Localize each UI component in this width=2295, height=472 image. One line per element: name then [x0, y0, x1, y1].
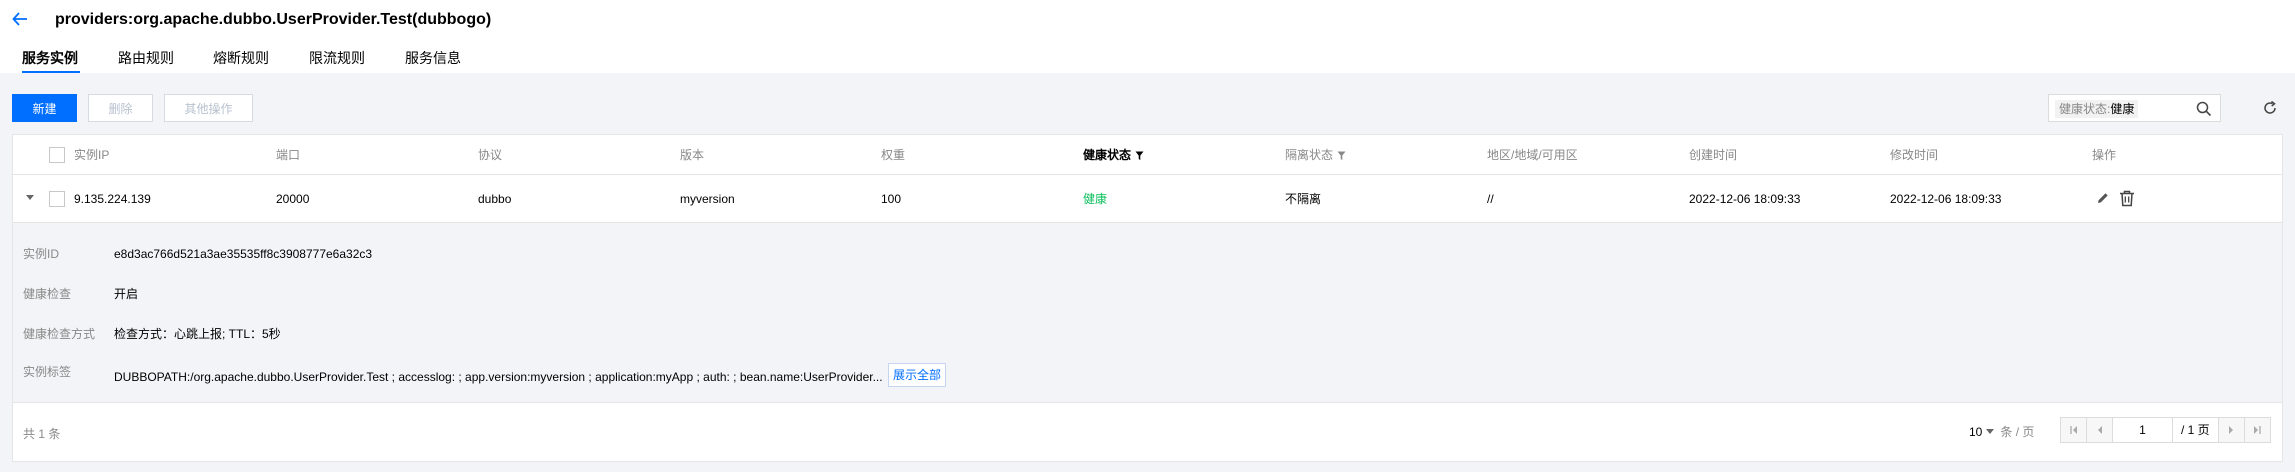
- column-header-isolate: 隔离状态: [1285, 147, 1346, 165]
- detail-value-health-method: 检查方式：心跳上报; TTL：5秒: [114, 327, 281, 341]
- select-all-checkbox[interactable]: [49, 147, 65, 163]
- first-page-icon[interactable]: [2061, 418, 2087, 442]
- cell-port: 20000: [276, 192, 310, 206]
- column-header-health-label: 健康状态: [1083, 148, 1132, 162]
- detail-label-instance-id: 实例ID: [23, 247, 60, 261]
- cell-isolate-status: 不隔离: [1285, 192, 1322, 206]
- cell-weight: 100: [881, 192, 902, 206]
- cell-protocol: dubbo: [478, 192, 512, 206]
- table-header: 实例IP 端口 协议 版本 权重 健康状态 隔离状态 地区/地域/可用区 创建时…: [13, 135, 2282, 175]
- instance-table: 实例IP 端口 协议 版本 权重 健康状态 隔离状态 地区/地域/可用区 创建时…: [12, 134, 2283, 462]
- search-tag-value: 健康: [2110, 102, 2135, 116]
- cell-modified-time: 2022-12-06 18:09:33: [1890, 192, 2002, 206]
- table-row: 9.135.224.139 20000 dubbo myversion 100 …: [13, 175, 2282, 223]
- tab-service-info[interactable]: 服务信息: [405, 49, 461, 73]
- chevron-down-icon: [1986, 429, 1995, 434]
- column-header-version: 版本: [680, 148, 705, 162]
- edit-icon[interactable]: [2096, 191, 2110, 208]
- new-button[interactable]: 新建: [12, 94, 77, 122]
- next-page-icon[interactable]: [2217, 418, 2244, 442]
- column-header-port: 端口: [276, 148, 301, 162]
- more-actions-button[interactable]: 其他操作: [164, 94, 253, 122]
- page-size-select[interactable]: 10 条 / 页: [1969, 423, 2034, 440]
- page-total: / 1 页: [2181, 423, 2210, 437]
- filter-icon[interactable]: [1337, 149, 1346, 165]
- cell-version: myversion: [680, 192, 735, 206]
- detail-label-health-method: 健康检查方式: [23, 327, 96, 341]
- total-count: 共 1 条: [23, 427, 61, 441]
- search-icon[interactable]: [2196, 101, 2212, 117]
- cell-region: //: [1487, 192, 1494, 206]
- detail-value-health-check: 开启: [114, 287, 139, 301]
- column-header-created: 创建时间: [1689, 148, 1738, 162]
- page-title: providers:org.apache.dubbo.UserProvider.…: [55, 11, 492, 28]
- tab-circuit-breaker-rules[interactable]: 熔断规则: [213, 49, 269, 73]
- column-header-actions: 操作: [2092, 148, 2117, 162]
- cell-ip: 9.135.224.139: [74, 192, 151, 206]
- filter-icon[interactable]: [1135, 149, 1144, 165]
- column-header-isolate-label: 隔离状态: [1285, 148, 1334, 162]
- prev-page-icon[interactable]: [2087, 418, 2113, 442]
- expand-caret-icon[interactable]: [26, 195, 34, 200]
- cell-created-time: 2022-12-06 18:09:33: [1689, 192, 1801, 206]
- tab-rate-limit-rules[interactable]: 限流规则: [309, 49, 365, 73]
- page-number-input[interactable]: [2113, 418, 2173, 442]
- delete-icon[interactable]: [2119, 190, 2135, 210]
- column-header-health: 健康状态: [1083, 147, 1144, 165]
- column-header-modified: 修改时间: [1890, 148, 1939, 162]
- detail-label-instance-tags: 实例标签: [23, 365, 72, 379]
- show-all-button[interactable]: 展示全部: [888, 363, 947, 387]
- page-size-value: 10: [1969, 425, 1983, 439]
- detail-value-instance-id: e8d3ac766d521a3ae35535ff8c3908777e6a32c3: [114, 247, 373, 261]
- header-bar: providers:org.apache.dubbo.UserProvider.…: [0, 0, 2295, 73]
- refresh-icon[interactable]: [2262, 100, 2278, 116]
- search-input[interactable]: 健康状态:健康: [2048, 94, 2221, 122]
- cell-health-status: 健康: [1083, 192, 1108, 206]
- last-page-icon[interactable]: [2243, 418, 2270, 442]
- instance-detail-panel: 实例ID e8d3ac766d521a3ae35535ff8c3908777e6…: [13, 223, 2282, 403]
- detail-label-health-check: 健康检查: [23, 287, 72, 301]
- row-checkbox[interactable]: [49, 191, 65, 207]
- arrow-left-icon[interactable]: [11, 10, 29, 28]
- tab-route-rules[interactable]: 路由规则: [118, 49, 174, 73]
- tab-service-instance[interactable]: 服务实例: [22, 49, 80, 73]
- column-header-protocol: 协议: [478, 148, 503, 162]
- pagination: / 1 页: [2060, 417, 2271, 443]
- search-tag-key: 健康状态:: [2059, 102, 2111, 116]
- page-size-unit: 条 / 页: [2000, 425, 2035, 439]
- column-header-region: 地区/地域/可用区: [1487, 148, 1578, 162]
- detail-value-instance-tags: DUBBOPATH:/org.apache.dubbo.UserProvider…: [114, 370, 883, 384]
- column-header-weight: 权重: [881, 148, 906, 162]
- search-filter-tag[interactable]: 健康状态:健康: [2055, 100, 2139, 118]
- delete-button[interactable]: 删除: [88, 94, 153, 122]
- column-header-ip: 实例IP: [74, 148, 110, 162]
